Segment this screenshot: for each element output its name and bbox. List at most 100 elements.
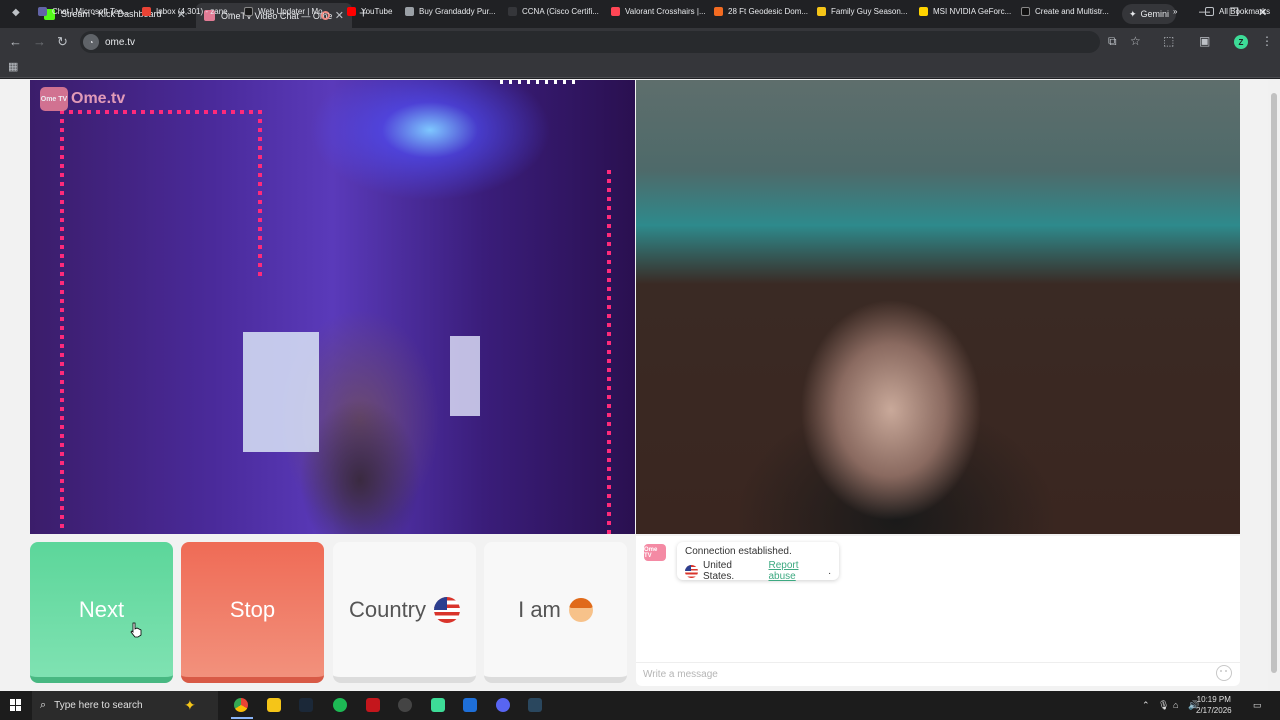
back-icon[interactable]: ← — [9, 34, 22, 49]
message-input-area — [636, 662, 1240, 686]
bookmark-item[interactable]: CCNA (Cisco Certifi... — [508, 5, 599, 17]
menu-kebab-icon[interactable]: ⋮ — [1261, 34, 1273, 48]
led-strip — [500, 80, 580, 84]
steam-icon[interactable] — [299, 698, 313, 712]
gmail-icon — [142, 6, 151, 16]
windows-start-icon[interactable] — [10, 699, 22, 711]
bookmark-item[interactable]: Web Updater | Mo... — [244, 5, 329, 17]
ccna-icon — [508, 6, 517, 16]
reload-icon[interactable]: ↻ — [57, 34, 68, 50]
stop-button[interactable]: Stop — [181, 542, 324, 683]
bookmarks-bar — [0, 56, 1280, 78]
bookmark-star-icon[interactable]: ☆ — [1130, 34, 1141, 48]
page-scrollbar[interactable] — [1268, 79, 1280, 691]
report-abuse-link[interactable]: Report abuse — [768, 560, 828, 582]
apps-grid-icon[interactable]: ▦ — [8, 60, 18, 73]
scrollbar-thumb[interactable] — [1271, 93, 1277, 673]
connection-status-text: Connection established. — [685, 546, 792, 557]
gemini-button[interactable]: ✦ Gemini — [1122, 4, 1176, 24]
app-red-icon[interactable] — [366, 698, 380, 712]
logo-wordmark: Ome.tv — [71, 90, 126, 107]
profile-avatar[interactable]: Z — [1234, 35, 1248, 49]
bookmark-item[interactable]: Valorant Crosshairs |... — [611, 5, 706, 17]
hand-cursor-icon — [130, 622, 142, 638]
discord-icon[interactable] — [496, 698, 510, 712]
male-avatar-icon — [568, 597, 593, 622]
etsy-icon — [714, 6, 723, 16]
country-button[interactable]: Country — [333, 542, 476, 683]
grandaddy-icon — [405, 6, 414, 16]
tab-search-icon[interactable]: ◆ — [12, 7, 26, 21]
steam-alt-icon[interactable] — [528, 698, 542, 712]
self-video — [636, 80, 1240, 534]
obs-icon[interactable] — [398, 698, 412, 712]
clock-date: 2/17/2026 — [1196, 706, 1232, 715]
active-app-indicator — [231, 717, 253, 719]
us-flag-icon — [434, 596, 461, 623]
forward-icon[interactable]: → — [33, 34, 46, 49]
extensions-icon[interactable]: ⬚ — [1163, 34, 1174, 48]
spotify-icon[interactable] — [333, 698, 347, 712]
led-strip — [258, 110, 262, 280]
country-line: United States. Report abuse. — [685, 560, 831, 582]
taskbar-search-placeholder: Type here to search — [54, 700, 143, 711]
clock-time: 10:19 PM — [1196, 695, 1231, 704]
stop-label: Stop — [229, 596, 276, 622]
ometv-logo: Ome TV Ome.tv — [40, 87, 125, 111]
system-message-bubble: Connection established. United States. R… — [677, 542, 839, 582]
background-monitor — [243, 332, 319, 452]
folder-icon — [1205, 6, 1214, 16]
install-app-icon[interactable]: ⧉ — [1108, 34, 1117, 49]
app-blue-icon[interactable] — [463, 698, 477, 712]
chat-bot-logo: Ome TV — [644, 544, 666, 561]
bookmark-item[interactable]: YouTube — [347, 5, 392, 17]
all-bookmarks-button[interactable]: All Bookmarks — [1205, 5, 1270, 17]
bookmark-item[interactable]: 28 Ft Geodesic Dom... — [714, 5, 808, 17]
notifications-icon[interactable]: ▭ — [1253, 700, 1262, 711]
background-monitor — [450, 336, 480, 416]
valorant-icon — [611, 6, 620, 16]
chrome-taskbar-icon[interactable] — [234, 698, 248, 712]
taskbar-clock[interactable]: 10:19 PM 2/17/2026 — [1196, 694, 1232, 716]
next-button[interactable]: Next — [30, 542, 173, 683]
bookmark-item[interactable]: Chat | Microsoft Tea... — [38, 5, 130, 17]
web-updater-icon — [244, 6, 253, 16]
partner-country-text: United States. — [703, 560, 735, 582]
tab-close-icon[interactable]: ✕ — [335, 9, 344, 22]
url-text: ome.tv — [105, 36, 136, 48]
chat-panel: Ome TV Connection established. United St… — [636, 536, 1240, 686]
bookmark-item[interactable]: Inbox (4,301) - zane... — [142, 5, 234, 17]
gender-button[interactable]: I am — [484, 542, 627, 683]
stranger-video — [30, 80, 635, 534]
family-guy-icon — [817, 6, 826, 16]
us-flag-small-icon — [685, 564, 698, 578]
message-input[interactable] — [643, 669, 1203, 680]
bookmarks-overflow-button[interactable]: » — [1173, 5, 1177, 17]
bookmark-item[interactable]: MSI NVIDIA GeForc... — [919, 5, 1011, 17]
side-panel-icon[interactable]: ▣ — [1199, 34, 1210, 48]
emoji-smiley-icon[interactable] — [1216, 665, 1232, 681]
country-label: Country — [348, 596, 427, 622]
gender-label: I am — [518, 596, 561, 622]
logo-badge: Ome TV — [40, 87, 68, 111]
led-strip — [607, 170, 611, 534]
tray-overflow-icon[interactable]: ⌃ — [1142, 700, 1150, 711]
site-info-icon[interactable]: ◔ — [83, 34, 99, 50]
bookmark-item[interactable]: Create and Multistr... — [1021, 5, 1109, 17]
gemini-sparkle-icon: ✦ — [1128, 8, 1137, 19]
address-bar[interactable]: ◔ ome.tv — [80, 31, 1100, 53]
teams-icon — [38, 6, 47, 16]
youtube-icon — [347, 6, 356, 16]
bookmark-item[interactable]: Buy Grandaddy Pur... — [405, 5, 496, 17]
browser-toolbar: ← → ↻ ◔ ome.tv ⧉ ☆ ⬚ ▣ ⋮ — [0, 28, 1280, 56]
kick-app-icon[interactable] — [431, 698, 445, 712]
copilot-sparkle-icon[interactable]: ✦ — [184, 697, 196, 714]
file-explorer-icon[interactable] — [267, 698, 281, 712]
network-icon[interactable]: ⌂ — [1173, 700, 1178, 710]
bookmark-item[interactable]: Family Guy Season... — [817, 5, 907, 17]
restream-icon — [1021, 6, 1030, 16]
report-suffix: . — [828, 565, 831, 577]
microphone-icon[interactable]: 🎙 — [1158, 700, 1169, 711]
msi-icon — [919, 6, 928, 16]
search-icon: ⌕ — [40, 699, 47, 711]
